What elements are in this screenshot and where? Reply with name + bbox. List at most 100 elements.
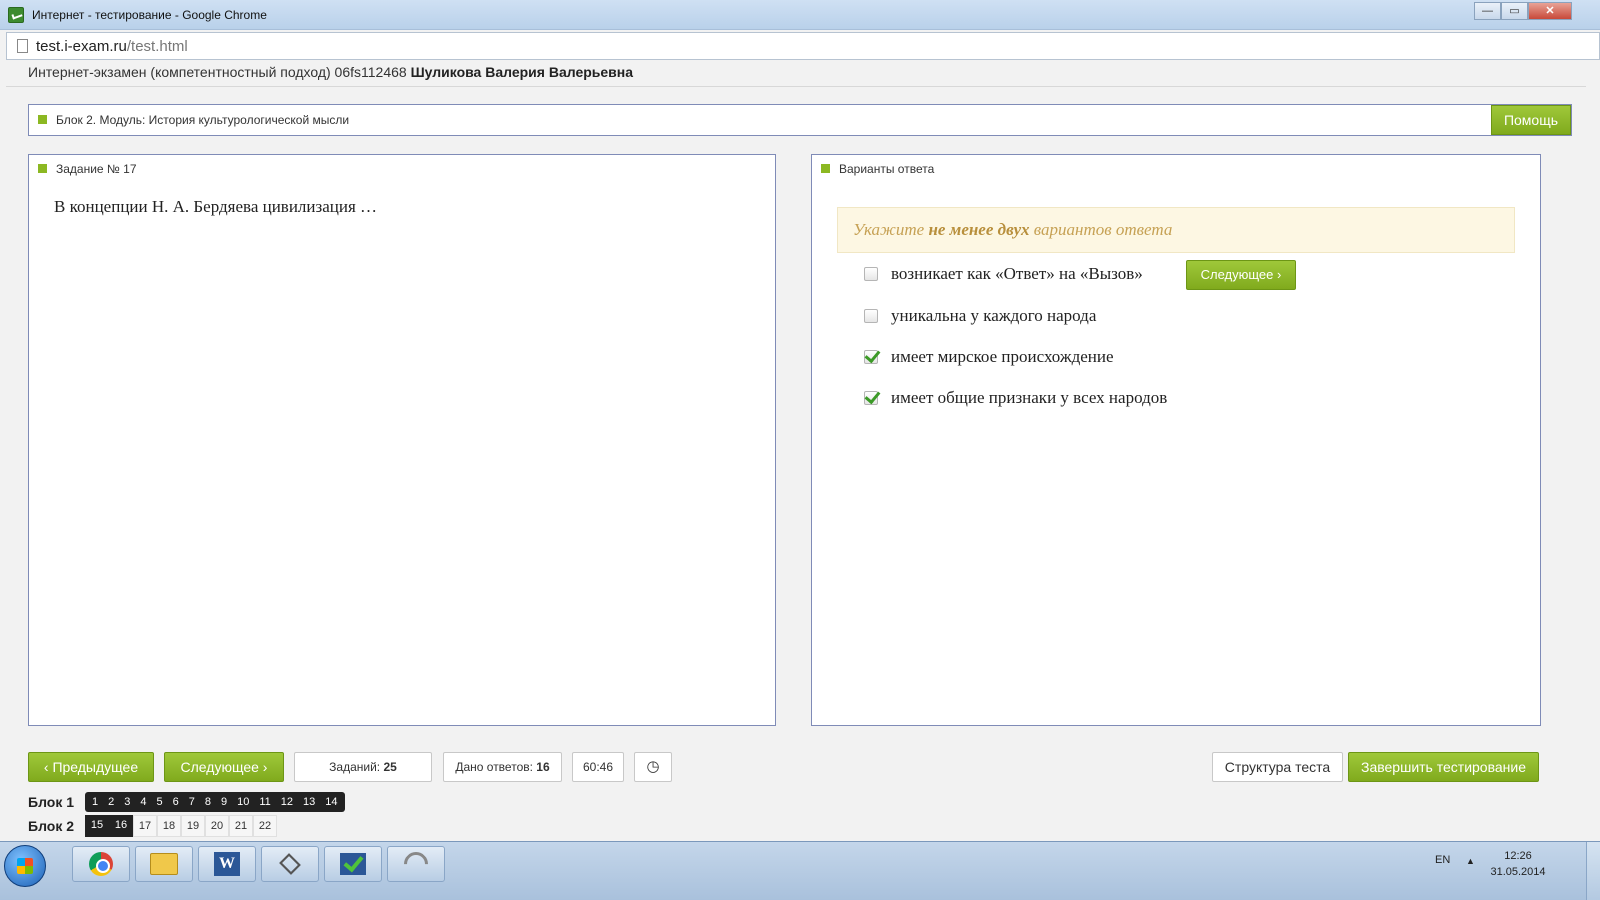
test-structure-button[interactable]: Структура теста bbox=[1212, 752, 1343, 782]
task-link[interactable]: 8 bbox=[200, 792, 216, 812]
task-panel: Задание № 17 В концепции Н. А. Бердяева … bbox=[28, 154, 776, 726]
exam-app-icon bbox=[8, 6, 24, 23]
student-name: Шуликова Валерия Валерьевна bbox=[410, 64, 634, 80]
answer-text-4: имеет общие признаки у всех народов bbox=[891, 388, 1168, 407]
hint-bold: не менее двух bbox=[928, 220, 1030, 239]
app-icon bbox=[279, 853, 301, 875]
network-icon bbox=[399, 847, 433, 881]
checkbox-2[interactable] bbox=[864, 309, 878, 323]
block-module-label: Блок 2. Модуль: История культурологическ… bbox=[56, 113, 350, 127]
taskbar-chrome[interactable] bbox=[72, 846, 130, 882]
task-link[interactable]: 19 bbox=[181, 815, 205, 837]
task-link[interactable]: 2 bbox=[103, 792, 119, 812]
task-link[interactable]: 6 bbox=[168, 792, 184, 812]
prev-label: Предыдущее bbox=[52, 759, 139, 775]
answer-hint: Укажите не менее двух вариантов ответа bbox=[837, 207, 1515, 253]
task-link[interactable]: 11 bbox=[254, 792, 275, 812]
task-link[interactable]: 12 bbox=[276, 792, 298, 812]
tray-up-arrow-icon[interactable]: ▲ bbox=[1466, 856, 1475, 866]
close-button[interactable]: ✕ bbox=[1528, 2, 1572, 20]
answered-count: Дано ответов: 16 bbox=[443, 752, 562, 782]
next-inline-label: Следующее bbox=[1200, 267, 1274, 282]
block1-nav: Блок 1 1 2 3 4 5 6 7 8 9 10 11 12 13 14 bbox=[28, 791, 345, 813]
answered-count-value: 16 bbox=[536, 760, 550, 774]
block1-numbers: 1 2 3 4 5 6 7 8 9 10 11 12 13 14 bbox=[85, 792, 345, 812]
exam-id-text: Интернет-экзамен (компетентностный подхо… bbox=[28, 64, 407, 80]
task-link[interactable]: 20 bbox=[205, 815, 229, 837]
taskbar-checker[interactable] bbox=[324, 846, 382, 882]
prev-button[interactable]: ‹ Предыдущее bbox=[28, 752, 154, 782]
finish-test-button[interactable]: Завершить тестирование bbox=[1348, 752, 1539, 782]
next-button[interactable]: Следующее › bbox=[164, 752, 284, 782]
taskbar-explorer[interactable] bbox=[135, 846, 193, 882]
task-link[interactable]: 21 bbox=[229, 815, 253, 837]
task-link[interactable]: 15 bbox=[85, 815, 109, 837]
answer-option-4[interactable]: имеет общие признаки у всех народов bbox=[864, 386, 1167, 410]
block-bar: Блок 2. Модуль: История культурологическ… bbox=[28, 104, 1572, 136]
green-square-icon bbox=[821, 164, 830, 173]
task-link[interactable]: 5 bbox=[152, 792, 168, 812]
url-path: /test.html bbox=[126, 37, 188, 55]
block2-label: Блок 2 bbox=[28, 818, 75, 834]
task-link[interactable]: 1 bbox=[87, 792, 103, 812]
task-link[interactable]: 7 bbox=[184, 792, 200, 812]
answer-option-3[interactable]: имеет мирское происхождение bbox=[864, 345, 1114, 369]
task-link[interactable]: 22 bbox=[253, 815, 277, 837]
task-link[interactable]: 3 bbox=[119, 792, 135, 812]
answer-text-2: уникальна у каждого народа bbox=[891, 306, 1097, 325]
hint-post: вариантов ответа bbox=[1029, 220, 1173, 239]
start-button[interactable] bbox=[4, 845, 46, 887]
taskbar-app[interactable] bbox=[261, 846, 319, 882]
window-title: Интернет - тестирование - Google Chrome bbox=[32, 7, 267, 22]
chevron-right-icon: › bbox=[1277, 267, 1282, 282]
maximize-button[interactable]: ▭ bbox=[1501, 2, 1528, 20]
url-host: test.i-exam.ru bbox=[36, 37, 127, 55]
question-text: В концепции Н. А. Бердяева цивилизация … bbox=[54, 197, 378, 216]
taskbar: W EN ▲ 12:26 31.05.2014 bbox=[0, 841, 1600, 900]
taskbar-network[interactable] bbox=[387, 846, 445, 882]
answer-option-2[interactable]: уникальна у каждого народа bbox=[864, 304, 1096, 328]
address-bar[interactable]: test.i-exam.ru/test.html bbox=[6, 32, 1600, 60]
task-link[interactable]: 9 bbox=[216, 792, 232, 812]
answer-option-1[interactable]: возникает как «Ответ» на «Вызов» bbox=[864, 262, 1143, 286]
next-label: Следующее bbox=[180, 759, 259, 775]
next-inline-button[interactable]: Следующее › bbox=[1186, 260, 1296, 290]
header-divider bbox=[6, 86, 1586, 87]
task-link[interactable]: 14 bbox=[320, 792, 342, 812]
checkmark-icon bbox=[340, 853, 366, 875]
green-square-icon bbox=[38, 164, 47, 173]
chrome-icon bbox=[89, 852, 113, 876]
exam-header: Интернет-экзамен (компетентностный подхо… bbox=[28, 64, 633, 80]
block2-numbers: 15 16 17 18 19 20 21 22 bbox=[85, 815, 277, 837]
checkbox-1[interactable] bbox=[864, 267, 878, 281]
answers-panel: Варианты ответа Укажите не менее двух ва… bbox=[811, 154, 1541, 726]
checkbox-4[interactable] bbox=[864, 391, 878, 405]
show-desktop-button[interactable] bbox=[1586, 842, 1600, 900]
task-link[interactable]: 10 bbox=[232, 792, 254, 812]
page-content: Интернет-экзамен (компетентностный подхо… bbox=[6, 62, 1586, 857]
checkbox-3[interactable] bbox=[864, 350, 878, 364]
clock-icon: ◷ bbox=[646, 758, 660, 775]
help-button[interactable]: Помощь bbox=[1491, 105, 1571, 135]
minimize-button[interactable]: — bbox=[1474, 2, 1501, 20]
word-icon: W bbox=[214, 852, 240, 876]
chevron-left-icon: ‹ bbox=[43, 759, 49, 775]
url-text[interactable]: test.i-exam.ru/test.html bbox=[36, 38, 188, 55]
language-indicator[interactable]: EN bbox=[1435, 854, 1450, 866]
task-link[interactable]: 13 bbox=[298, 792, 320, 812]
clock-button[interactable]: ◷ bbox=[634, 752, 672, 782]
answer-text-3: имеет мирское происхождение bbox=[891, 347, 1114, 366]
system-clock[interactable]: 12:26 31.05.2014 bbox=[1490, 848, 1546, 880]
answered-count-label: Дано ответов: bbox=[455, 760, 533, 774]
task-link[interactable]: 16 bbox=[109, 815, 133, 837]
task-link[interactable]: 17 bbox=[133, 815, 157, 837]
block1-label: Блок 1 bbox=[28, 794, 75, 810]
task-link[interactable]: 18 bbox=[157, 815, 181, 837]
task-title: Задание № 17 bbox=[56, 162, 137, 176]
task-link[interactable]: 4 bbox=[135, 792, 151, 812]
timer: 60:46 bbox=[572, 752, 624, 782]
tasks-count: Заданий: 25 bbox=[294, 752, 432, 782]
chevron-right-icon: › bbox=[262, 759, 268, 775]
clock-date: 31.05.2014 bbox=[1490, 866, 1546, 878]
taskbar-word[interactable]: W bbox=[198, 846, 256, 882]
